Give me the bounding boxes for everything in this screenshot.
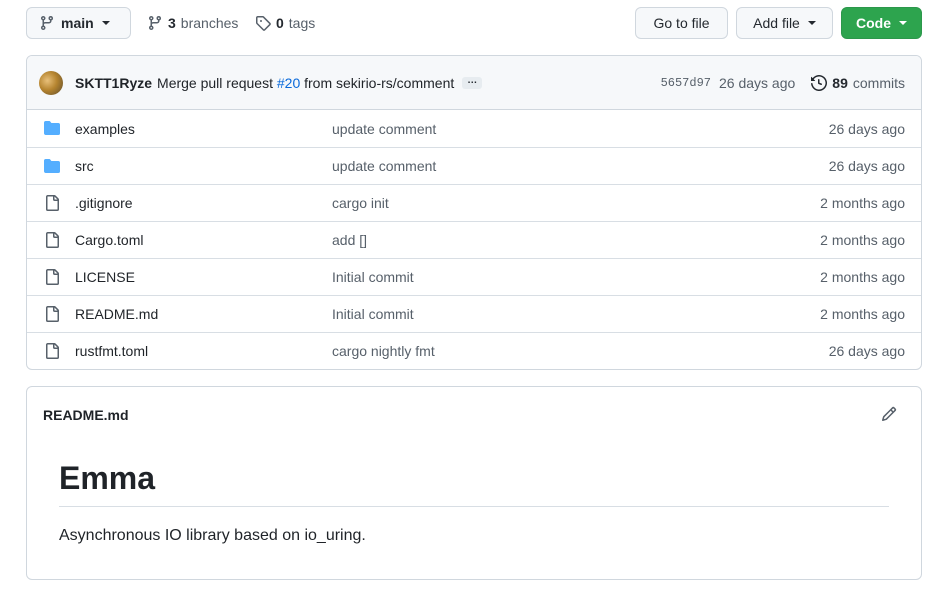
pencil-icon[interactable] xyxy=(881,406,897,422)
code-button[interactable]: Code xyxy=(841,7,922,39)
commits-link[interactable]: 89 commits xyxy=(811,75,905,91)
file-commit-message[interactable]: add [] xyxy=(332,232,367,248)
git-branch-icon xyxy=(148,16,161,31)
pull-request-link[interactable]: #20 xyxy=(277,75,300,91)
add-file-button[interactable]: Add file xyxy=(736,7,833,39)
file-icon xyxy=(46,269,59,285)
branches-link[interactable]: 3 branches xyxy=(147,7,238,39)
branches-count: 3 xyxy=(168,15,176,31)
file-icon xyxy=(46,343,59,359)
file-row[interactable]: rustfmt.toml cargo nightly fmt 26 days a… xyxy=(27,332,921,369)
file-icon xyxy=(46,306,59,322)
file-age: 26 days ago xyxy=(828,120,905,137)
file-commit-message[interactable]: Initial commit xyxy=(332,306,414,322)
file-row[interactable]: Cargo.toml add [] 2 months ago xyxy=(27,221,921,258)
branches-label: branches xyxy=(180,15,239,31)
commit-meta: 5657d97 26 days ago 89 commits xyxy=(661,56,905,110)
readme-title: Emma xyxy=(59,460,156,496)
go-to-file-label: Go to file xyxy=(653,15,710,31)
file-commit-message[interactable]: update comment xyxy=(332,121,436,137)
file-icon xyxy=(46,195,59,211)
file-age: 26 days ago xyxy=(828,158,905,174)
expand-commit-button[interactable]: … xyxy=(462,75,483,89)
file-row[interactable]: examples update comment 26 days ago xyxy=(27,110,921,147)
file-name[interactable]: examples xyxy=(75,121,135,137)
readme-panel: README.md Emma Asynchronous IO library b… xyxy=(26,386,922,580)
file-list: examples update comment 26 days ago src … xyxy=(27,110,921,369)
tags-label: tags xyxy=(288,15,316,31)
file-icon xyxy=(46,232,59,248)
file-row[interactable]: .gitignore cargo init 2 months ago xyxy=(27,184,921,221)
file-row[interactable]: README.md Initial commit 2 months ago xyxy=(27,295,921,332)
file-name[interactable]: rustfmt.toml xyxy=(75,343,148,359)
chevron-down-icon xyxy=(807,21,816,25)
file-commit-message[interactable]: cargo init xyxy=(332,195,389,211)
file-age: 2 months ago xyxy=(820,269,905,285)
file-name[interactable]: LICENSE xyxy=(75,269,135,285)
commit-message-prefix: Merge pull request xyxy=(157,74,273,91)
commit-sha[interactable]: 5657d97 xyxy=(661,76,711,90)
file-name[interactable]: .gitignore xyxy=(75,195,133,211)
readme-description: Asynchronous IO library based on io_urin… xyxy=(59,527,366,544)
divider xyxy=(59,506,889,507)
code-label: Code xyxy=(856,15,891,31)
file-age: 2 months ago xyxy=(820,306,905,322)
branch-name: main xyxy=(61,15,94,31)
go-to-file-button[interactable]: Go to file xyxy=(635,7,728,39)
file-commit-message[interactable]: cargo nightly fmt xyxy=(332,343,435,359)
git-branch-icon xyxy=(40,16,53,31)
folder-icon xyxy=(44,121,60,135)
commits-count: 89 xyxy=(832,75,848,91)
file-name[interactable]: Cargo.toml xyxy=(75,232,143,248)
file-row[interactable]: LICENSE Initial commit 2 months ago xyxy=(27,258,921,295)
commits-label: commits xyxy=(852,75,905,91)
file-age: 26 days ago xyxy=(828,343,905,359)
chevron-down-icon xyxy=(101,21,110,25)
commit-message-suffix: from sekirio-rs/comment xyxy=(304,74,455,91)
tag-icon xyxy=(256,16,271,31)
add-file-label: Add file xyxy=(753,15,800,31)
commit-author[interactable]: SKTT1Ryze xyxy=(75,75,152,91)
file-name[interactable]: src xyxy=(75,158,94,174)
file-name[interactable]: README.md xyxy=(75,306,158,322)
branch-select-button[interactable]: main xyxy=(26,7,131,39)
commit-message[interactable]: Merge pull request #20 from sekirio-rs/c… xyxy=(157,75,454,91)
chevron-down-icon xyxy=(899,21,907,25)
file-age: 2 months ago xyxy=(820,195,905,211)
tags-link[interactable]: 0 tags xyxy=(255,7,315,39)
readme-header[interactable]: README.md xyxy=(43,407,129,423)
repo-toolbar: main 3 branches 0 tags Go to file Add fi… xyxy=(26,7,922,39)
file-browser: SKTT1Ryze Merge pull request #20 from se… xyxy=(26,55,922,370)
history-icon xyxy=(811,75,828,91)
commit-age: 26 days ago xyxy=(719,75,796,91)
file-commit-message[interactable]: Initial commit xyxy=(332,269,414,285)
avatar[interactable] xyxy=(39,70,63,95)
file-row[interactable]: src update comment 26 days ago xyxy=(27,147,921,184)
tags-count: 0 xyxy=(276,15,284,31)
latest-commit-bar: SKTT1Ryze Merge pull request #20 from se… xyxy=(27,56,921,110)
file-age: 2 months ago xyxy=(820,232,905,248)
file-commit-message[interactable]: update comment xyxy=(332,158,436,174)
folder-icon xyxy=(44,159,60,173)
